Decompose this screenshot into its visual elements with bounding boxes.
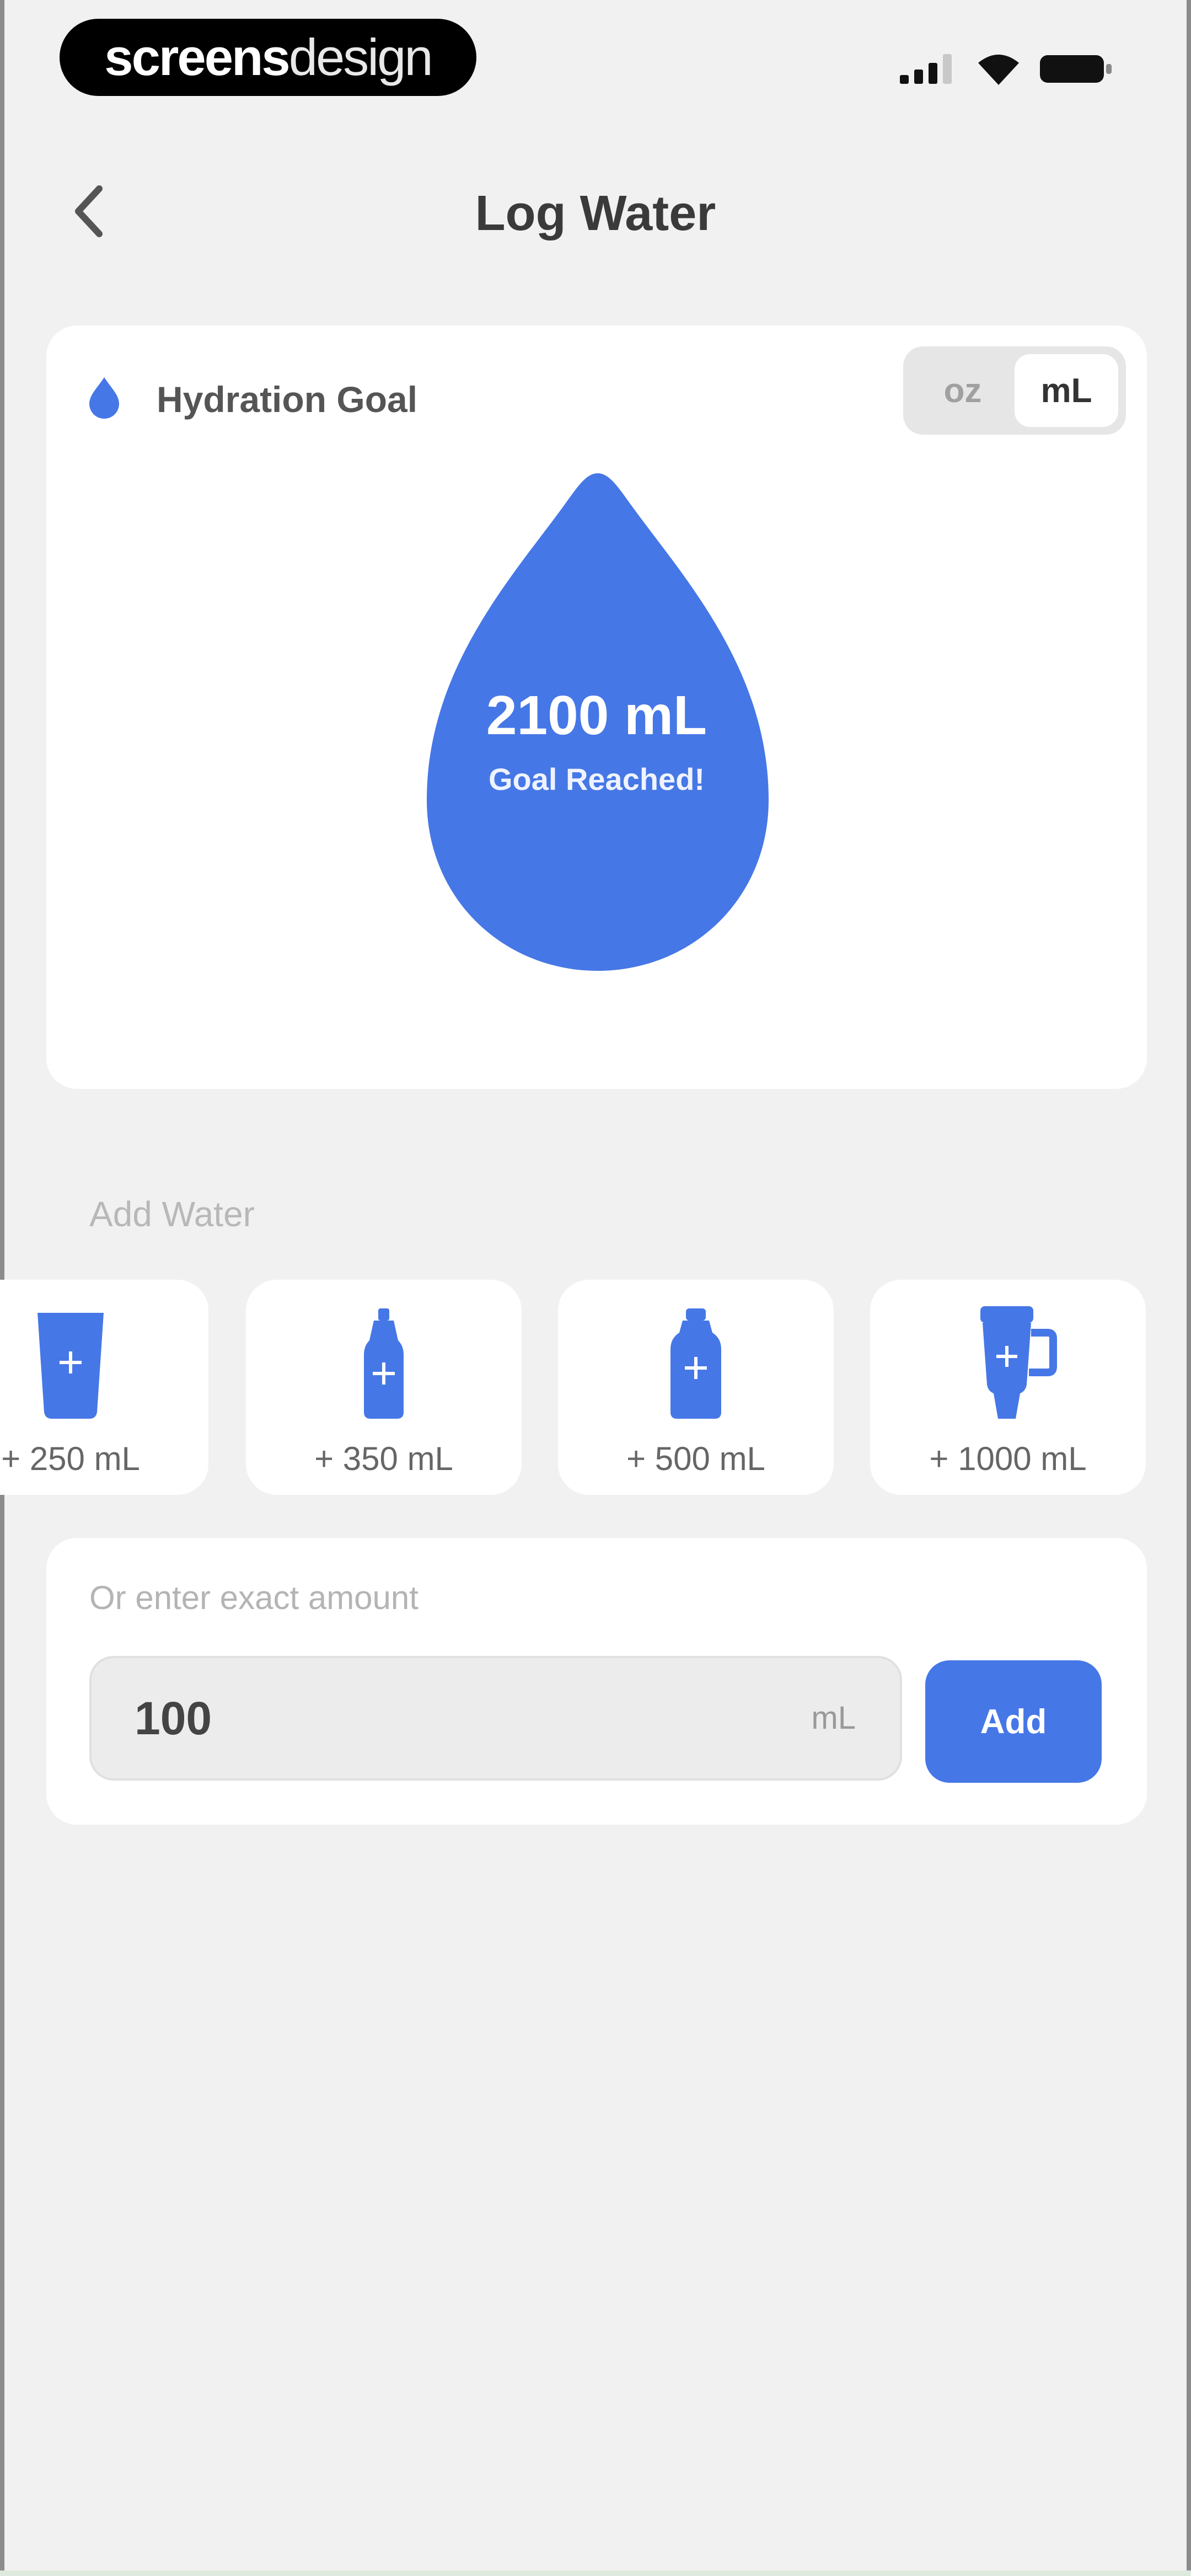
brand-light-text: design — [288, 28, 433, 86]
amount-value[interactable]: 100 — [135, 1658, 212, 1778]
unit-toggle[interactable]: oz mL — [903, 346, 1126, 435]
preset-tile-1000[interactable]: + 1000 mL — [870, 1280, 1146, 1495]
hydration-goal-label: Hydration Goal — [157, 379, 418, 420]
bottle-icon — [670, 1308, 721, 1419]
tumbler-icon — [980, 1306, 1057, 1419]
preset-tile-250[interactable]: + 250 mL — [0, 1280, 208, 1495]
water-drop-icon — [89, 377, 119, 419]
status-bar: screensdesign — [0, 0, 1191, 110]
amount-unit: mL — [811, 1700, 856, 1736]
preset-carousel[interactable]: + 250 mL + 350 mL + 500 mL + 1000 mL — [0, 1280, 1191, 1500]
hydration-goal-card: Hydration Goal oz mL 2100 mL Goal Reache… — [46, 325, 1147, 1089]
exact-amount-label: Or enter exact amount — [89, 1579, 419, 1616]
small-bottle-icon — [364, 1308, 404, 1419]
brand-bold-text: screens — [104, 28, 290, 86]
add-button[interactable]: Add — [925, 1660, 1102, 1783]
exact-amount-card: Or enter exact amount 100 mL Add — [46, 1538, 1147, 1825]
unit-oz-option[interactable]: oz — [911, 354, 1015, 427]
preset-label: + 500 mL — [626, 1440, 765, 1477]
signal-icon — [900, 54, 952, 84]
unit-ml-option[interactable]: mL — [1015, 354, 1118, 427]
brand-badge: screensdesign — [60, 19, 476, 96]
preset-label: + 350 mL — [314, 1440, 453, 1477]
preset-label: + 250 mL — [1, 1440, 140, 1477]
wifi-icon — [978, 55, 1019, 85]
amount-input[interactable]: 100 mL — [89, 1656, 902, 1781]
preset-label: + 1000 mL — [929, 1440, 1087, 1477]
device-frame-bottom — [0, 2570, 1191, 2576]
brand-logo-text: screensdesign — [104, 28, 433, 87]
preset-tile-350[interactable]: + 350 mL — [246, 1280, 522, 1495]
add-water-section-label: Add Water — [89, 1194, 255, 1234]
page-title: Log Water — [475, 186, 716, 241]
goal-value: 2100 mL — [486, 685, 707, 746]
battery-icon — [1040, 55, 1112, 83]
goal-status: Goal Reached! — [488, 762, 705, 797]
cup-icon — [37, 1313, 104, 1419]
preset-tile-500[interactable]: + 500 mL — [558, 1280, 834, 1495]
